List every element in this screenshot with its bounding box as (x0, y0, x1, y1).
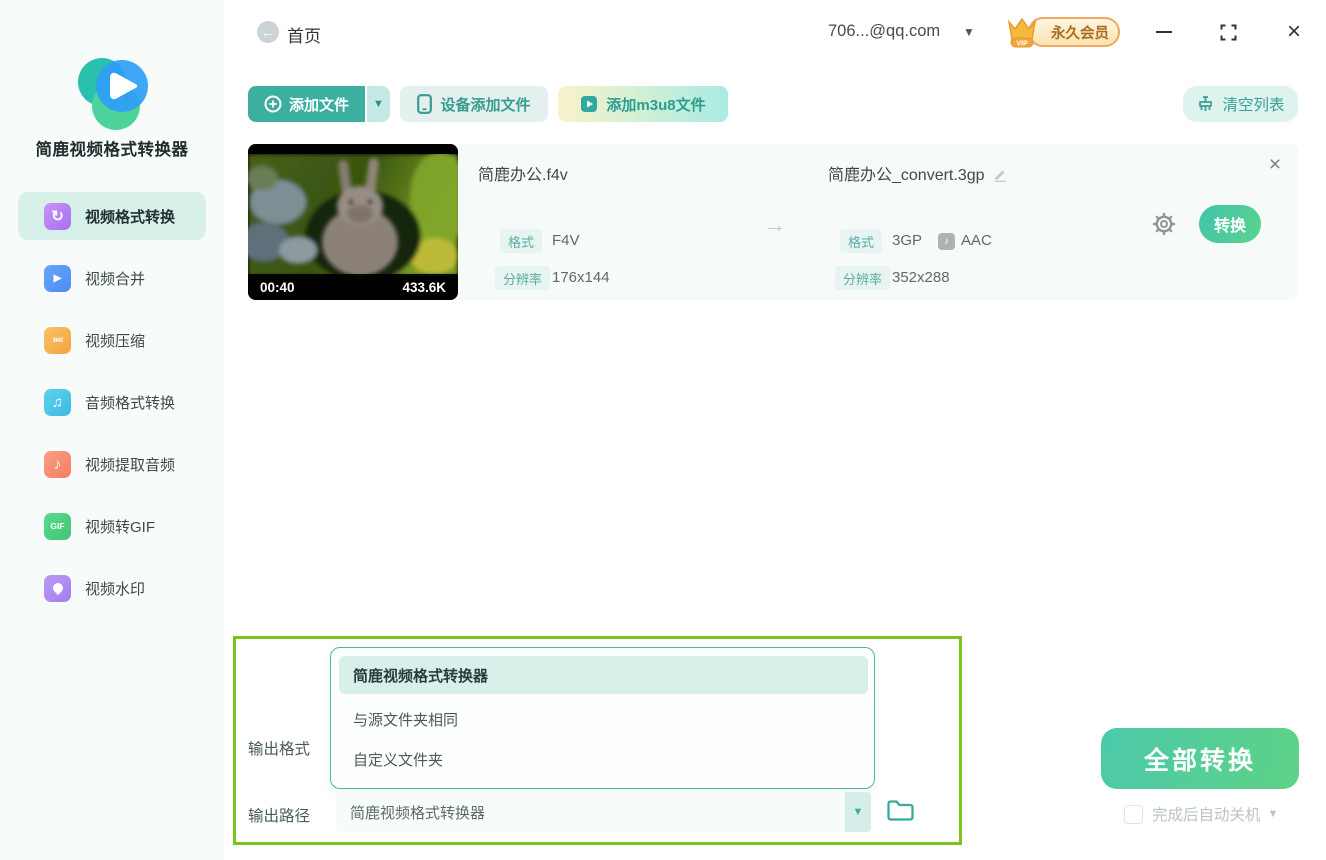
audio-extract-icon: ♪ (44, 450, 71, 478)
video-thumbnail: 00:40 433.6K (248, 144, 458, 300)
file-list-item: 00:40 433.6K 简鹿办公.f4v 格式 F4V 分辨率 176x144… (248, 144, 1298, 300)
convert-all-button[interactable]: 全部转换 (1101, 728, 1299, 789)
add-file-label: 添加文件 (288, 96, 349, 114)
target-resolution-badge: 分辨率 (835, 266, 891, 290)
sidebar-item-video-compress[interactable]: »« 视频压缩 (18, 316, 206, 364)
target-file-name: 简鹿办公_convert.3gp (828, 161, 1008, 187)
browse-folder-button[interactable] (886, 797, 915, 829)
back-arrow-icon: ← (261, 24, 275, 40)
convert-single-button[interactable]: 转换 (1199, 205, 1261, 243)
output-path-label: 输出路径 (248, 808, 311, 825)
source-resolution-badge: 分辨率 (495, 266, 551, 290)
plus-circle-icon (264, 95, 282, 113)
add-file-button[interactable]: 添加文件 (248, 86, 365, 122)
output-path-dropdown-panel: 简鹿视频格式转换器 与源文件夹相同 自定义文件夹 (330, 647, 875, 789)
sidebar-item-label: 视频格式转换 (85, 208, 176, 226)
watermark-icon (44, 574, 71, 602)
app-logo-icon (78, 58, 148, 130)
video-thumbnail-image (248, 144, 458, 300)
audio-codec-icon: ♪ (938, 233, 955, 250)
source-format-badge: 格式 (500, 229, 543, 253)
sidebar-item-label: 视频水印 (85, 580, 146, 598)
sidebar-item-video-watermark[interactable]: 视频水印 (18, 564, 206, 612)
dropdown-option-custom-folder[interactable]: 自定义文件夹 (339, 744, 868, 774)
remove-file-icon: × (1268, 153, 1282, 176)
vip-label: 永久会员 (1051, 25, 1109, 42)
sidebar-item-label: 视频压缩 (85, 332, 146, 350)
auto-shutdown-label: 完成后自动关机 (1152, 807, 1261, 824)
source-resolution-value: 176x144 (552, 269, 610, 286)
add-m3u8-button[interactable]: 添加m3u8文件 (558, 86, 728, 122)
output-path-select[interactable]: 简鹿视频格式转换器 ▼ (336, 792, 871, 832)
gear-icon (1153, 213, 1175, 235)
minimize-button[interactable] (1152, 20, 1176, 44)
target-resolution-value: 352x288 (892, 269, 950, 286)
vip-crown-icon: VIP (1007, 17, 1037, 48)
phone-icon (417, 94, 433, 114)
target-format-value: 3GP (892, 232, 923, 249)
sidebar-item-label: 音频格式转换 (85, 394, 176, 412)
app-title: 简鹿视频格式转换器 (35, 141, 189, 159)
sidebar: 简鹿视频格式转换器 ↻ 视频格式转换 ▶ 视频合并 »« 视频压缩 ♫ 音频格式… (0, 0, 224, 860)
output-path-value: 简鹿视频格式转换器 (350, 805, 486, 822)
rename-pencil-icon[interactable] (993, 167, 1008, 187)
folder-icon (887, 800, 914, 821)
source-file-name: 简鹿办公.f4v (478, 167, 568, 184)
chevron-down-icon: ▼ (373, 98, 384, 110)
add-file-dropdown-button[interactable]: ▼ (367, 86, 390, 122)
account-email[interactable]: 706...@qq.com (828, 22, 940, 41)
clear-list-button[interactable]: 清空列表 (1183, 86, 1298, 122)
sidebar-item-label: 视频转GIF (85, 518, 155, 536)
close-icon: × (1286, 18, 1301, 45)
dropdown-option-same-as-source[interactable]: 与源文件夹相同 (339, 704, 868, 734)
breadcrumb-home: 首页 (287, 27, 321, 46)
maximize-button[interactable] (1216, 20, 1240, 44)
video-format-convert-icon: ↻ (44, 202, 71, 230)
audio-format-convert-icon: ♫ (44, 388, 71, 416)
dropdown-option-app-folder[interactable]: 简鹿视频格式转换器 (339, 656, 868, 694)
account-dropdown-caret-icon[interactable]: ▼ (963, 25, 975, 39)
sidebar-item-audio-extract[interactable]: ♪ 视频提取音频 (18, 440, 206, 488)
vip-badge[interactable]: 永久会员 VIP (1002, 12, 1120, 50)
target-format-badge: 格式 (840, 229, 883, 253)
remove-file-button[interactable]: × (1262, 152, 1288, 178)
sidebar-item-label: 视频合并 (85, 270, 146, 288)
convert-direction-arrow-icon: → (764, 212, 786, 237)
auto-shutdown-row: 完成后自动关机 ▼ (1124, 803, 1278, 825)
sidebar-item-label: 视频提取音频 (85, 456, 176, 474)
video-duration: 00:40 (260, 280, 295, 295)
svg-text:VIP: VIP (1016, 41, 1028, 48)
file-settings-button[interactable] (1150, 210, 1178, 243)
sidebar-item-video-format-convert[interactable]: ↻ 视频格式转换 (18, 192, 206, 240)
sidebar-item-video-merge[interactable]: ▶ 视频合并 (18, 254, 206, 302)
source-format-value: F4V (552, 232, 580, 249)
audio-codec-value: AAC (961, 232, 992, 249)
video-compress-icon: »« (44, 326, 71, 354)
video-merge-icon: ▶ (44, 264, 71, 292)
maximize-icon (1220, 24, 1236, 40)
app-window: 简鹿视频格式转换器 ↻ 视频格式转换 ▶ 视频合并 »« 视频压缩 ♫ 音频格式… (0, 0, 1326, 860)
auto-shutdown-checkbox[interactable] (1124, 804, 1143, 824)
auto-shutdown-caret-icon[interactable]: ▼ (1268, 808, 1279, 820)
sidebar-item-audio-format-convert[interactable]: ♫ 音频格式转换 (18, 378, 206, 426)
add-m3u8-label: 添加m3u8文件 (606, 96, 706, 114)
device-add-file-button[interactable]: 设备添加文件 (400, 86, 548, 122)
clear-list-label: 清空列表 (1222, 97, 1285, 114)
video-filesize: 433.6K (402, 280, 446, 295)
device-add-file-label: 设备添加文件 (440, 96, 531, 114)
select-caret-icon: ▼ (845, 792, 871, 832)
sidebar-nav: ↻ 视频格式转换 ▶ 视频合并 »« 视频压缩 ♫ 音频格式转换 ♪ 视频提取音… (18, 192, 206, 626)
broom-icon (1199, 95, 1213, 111)
output-format-label: 输出格式 (248, 741, 311, 758)
sidebar-item-video-to-gif[interactable]: GIF 视频转GIF (18, 502, 206, 550)
m3u8-file-icon (581, 96, 598, 112)
close-window-button[interactable]: × (1281, 18, 1307, 46)
back-button[interactable]: ← (257, 21, 279, 43)
minimize-icon (1156, 30, 1172, 34)
gif-icon: GIF (44, 512, 71, 540)
